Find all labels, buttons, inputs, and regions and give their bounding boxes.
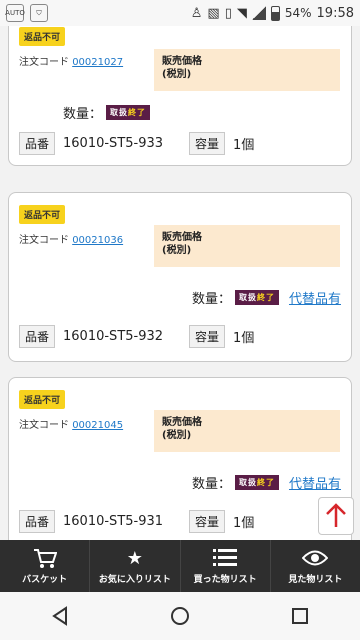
- quantity-label: 数量：: [191, 292, 231, 307]
- part-number: 16010-ST5-931: [63, 514, 164, 529]
- price-box: 販売価格 (税別): [154, 410, 340, 452]
- price-box: 販売価格 (税別): [154, 49, 340, 91]
- clock: 19:58: [316, 5, 354, 21]
- order-code-label: 注文コード: [19, 57, 69, 68]
- part-number-label: 品番: [19, 132, 56, 155]
- vibrate-icon: ▯: [224, 5, 232, 21]
- order-code-link[interactable]: 00021036: [72, 235, 123, 246]
- discontinued-badge-b: 終了: [256, 293, 275, 302]
- star-icon: ★: [126, 547, 143, 569]
- tab-label: バスケット: [22, 575, 68, 585]
- order-code-label: 注文コード: [19, 420, 69, 431]
- no-return-badge: 返品不可: [19, 390, 66, 409]
- spec-row: 品番 16010-ST5-933 容量 1個: [19, 132, 254, 155]
- price-label: 販売価格: [162, 232, 202, 243]
- part-number: 16010-ST5-933: [63, 136, 164, 151]
- discontinued-badge-a: 取扱: [110, 108, 129, 117]
- tax-note: (税別): [162, 430, 192, 441]
- tab-label: 買った物リスト: [193, 575, 257, 585]
- alternative-product-link[interactable]: 代替品有: [289, 473, 341, 492]
- price-label: 販売価格: [162, 417, 202, 428]
- shield-icon: ⛉: [30, 4, 48, 22]
- order-code-label: 注文コード: [19, 235, 69, 246]
- wifi-icon: ◥: [236, 5, 247, 21]
- quantity-row: 数量： 取扱終了: [63, 103, 151, 122]
- capacity-value: 1個: [233, 138, 255, 153]
- battery-percent: 54%: [284, 6, 312, 20]
- part-number-label: 品番: [19, 510, 56, 533]
- eye-icon: [302, 547, 329, 569]
- tab-label: お気に入りリスト: [98, 575, 171, 585]
- part-number: 16010-ST5-932: [63, 329, 164, 344]
- scroll-to-top-button[interactable]: [318, 497, 354, 535]
- person-icon: ♙: [190, 5, 203, 21]
- tax-note: (税別): [162, 69, 192, 80]
- app-notification-icon: AUTO: [5, 4, 25, 22]
- battery-icon: [270, 5, 280, 21]
- capacity-label: 容量: [189, 510, 226, 533]
- tab-favorites[interactable]: ★ お気に入りリスト: [90, 540, 181, 592]
- order-card: 返品不可 注文コード 00021045 販売価格 (税別) 数量： 取扱終了 代…: [8, 377, 352, 540]
- tax-note: (税別): [162, 245, 192, 256]
- no-return-badge: 返品不可: [19, 205, 66, 224]
- arrow-up-icon: [326, 503, 346, 527]
- discontinued-badge-a: 取扱: [238, 478, 257, 487]
- discontinued-badge-b: 終了: [128, 108, 147, 117]
- discontinued-badge: 取扱終了: [234, 475, 279, 490]
- capacity-value: 1個: [233, 331, 255, 346]
- capacity-value: 1個: [233, 516, 255, 531]
- home-button[interactable]: [160, 596, 200, 636]
- quantity-label: 数量：: [191, 477, 231, 492]
- back-triangle-icon: [52, 606, 67, 626]
- order-code-row: 注文コード 00021036: [19, 231, 123, 246]
- order-code-link[interactable]: 00021027: [72, 57, 123, 68]
- spec-row: 品番 16010-ST5-931 容量 1個: [19, 510, 254, 533]
- alternative-product-link[interactable]: 代替品有: [289, 288, 341, 307]
- discontinued-badge: 取扱終了: [234, 290, 279, 305]
- order-card: 返品不可 注文コード 00021036 販売価格 (税別) 数量： 取扱終了 代…: [8, 192, 352, 362]
- nfc-icon: ▧: [207, 5, 220, 21]
- tab-label: 見た物リスト: [288, 575, 343, 585]
- order-list[interactable]: 返品不可 注文コード 00021027 販売価格 (税別) 数量： 取扱終了 品…: [0, 26, 360, 540]
- quantity-label: 数量：: [63, 107, 103, 122]
- order-code-row: 注文コード 00021045: [19, 416, 123, 431]
- system-nav-bar: [0, 592, 360, 640]
- discontinued-badge-a: 取扱: [238, 293, 257, 302]
- recents-square-icon: [292, 608, 308, 624]
- no-return-badge: 返品不可: [19, 27, 66, 46]
- discontinued-badge: 取扱終了: [106, 105, 151, 120]
- spec-row: 品番 16010-ST5-932 容量 1個: [19, 325, 254, 348]
- list-icon: [213, 547, 238, 569]
- price-box: 販売価格 (税別): [154, 225, 340, 267]
- bottom-tab-bar: バスケット ★ お気に入りリスト 買った物リスト 見た物リスト: [0, 540, 360, 592]
- tab-purchased[interactable]: 買った物リスト: [181, 540, 271, 592]
- signal-icon: [251, 6, 266, 20]
- home-circle-icon: [171, 607, 189, 625]
- tab-viewed[interactable]: 見た物リスト: [271, 540, 360, 592]
- status-bar: AUTO ⛉ ♙ ▧ ▯ ◥ 54% 19:58: [0, 0, 360, 26]
- tab-basket[interactable]: バスケット: [0, 540, 91, 592]
- order-code-row: 注文コード 00021027: [19, 53, 123, 68]
- part-number-label: 品番: [19, 325, 56, 348]
- capacity-label: 容量: [189, 132, 226, 155]
- capacity-label: 容量: [189, 325, 226, 348]
- discontinued-badge-b: 終了: [256, 478, 275, 487]
- price-label: 販売価格: [162, 56, 202, 67]
- quantity-row: 数量： 取扱終了 代替品有: [192, 288, 341, 307]
- back-button[interactable]: [40, 596, 80, 636]
- order-card: 返品不可 注文コード 00021027 販売価格 (税別) 数量： 取扱終了 品…: [8, 26, 352, 166]
- cart-icon: [33, 547, 57, 569]
- recents-button[interactable]: [280, 596, 320, 636]
- quantity-row: 数量： 取扱終了 代替品有: [192, 473, 341, 492]
- order-code-link[interactable]: 00021045: [72, 420, 123, 431]
